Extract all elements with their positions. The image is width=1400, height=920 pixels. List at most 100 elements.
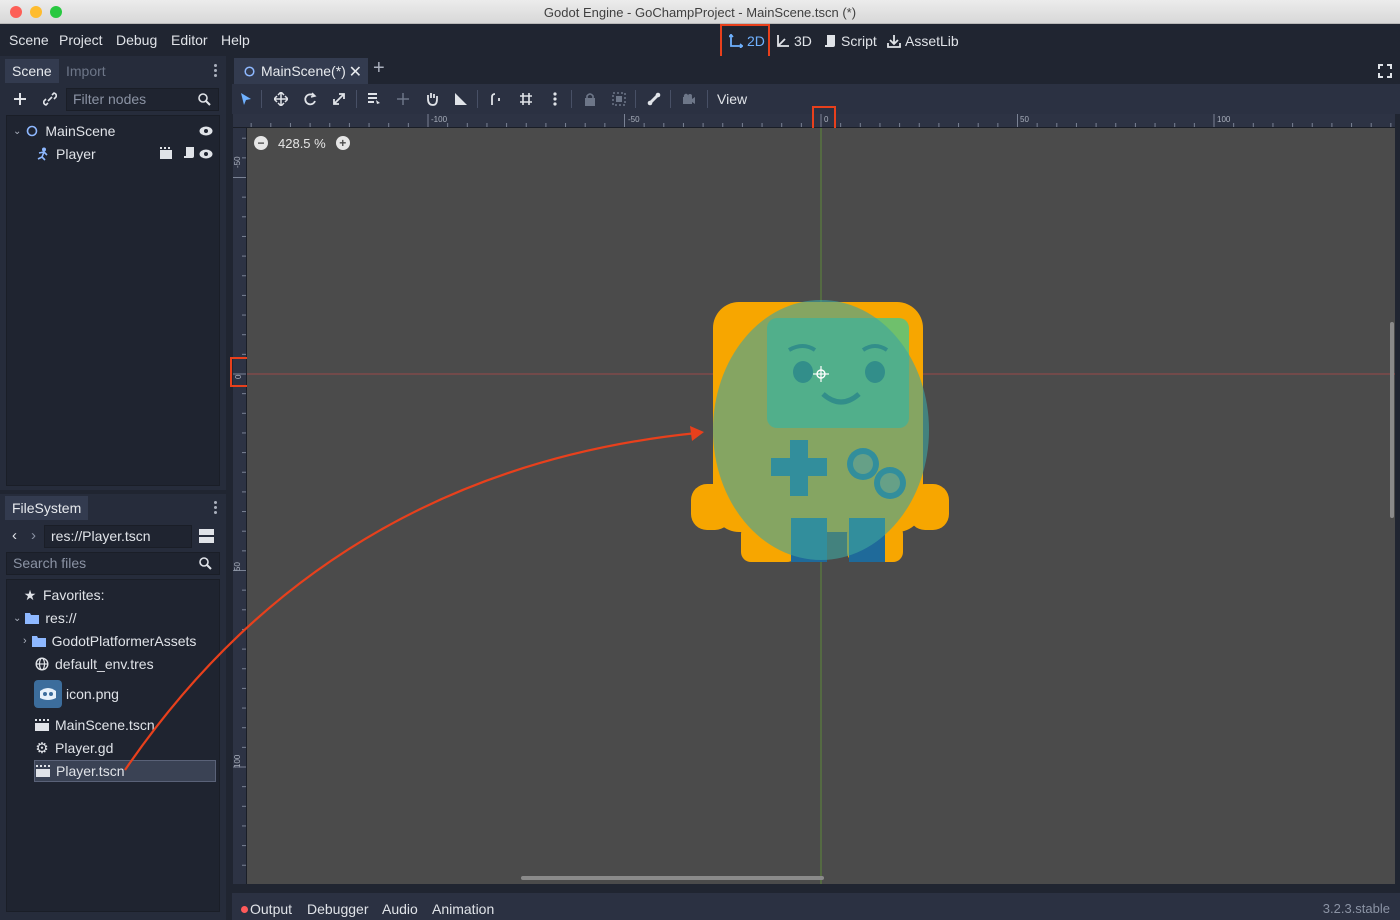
menu-help[interactable]: Help	[221, 32, 250, 48]
ruler-ticks	[233, 137, 246, 866]
ruler-h-label: 50	[1020, 115, 1029, 124]
chevron-down-icon[interactable]: ⌄	[13, 126, 21, 137]
ruler-h-label: -100	[431, 115, 448, 124]
scene-dock-menu-icon[interactable]	[214, 64, 218, 79]
workspace-assetlib-button[interactable]: AssetLib	[887, 31, 959, 51]
bone-icon[interactable]	[645, 90, 663, 108]
search-icon	[198, 93, 211, 106]
gear-icon: ⚙	[35, 740, 49, 757]
menu-debug[interactable]: Debug	[116, 32, 157, 48]
snap-options-icon[interactable]	[546, 90, 564, 108]
viewport-canvas	[247, 128, 1395, 884]
res-root-row[interactable]: ⌄ res://	[13, 607, 77, 629]
file-row-player-gd[interactable]: ⚙ Player.gd	[34, 737, 113, 759]
ruler-v-label: 50	[233, 562, 242, 571]
file-label: MainScene.tscn	[55, 717, 155, 733]
pan-mode-icon[interactable]	[423, 90, 441, 108]
filesystem-menu-icon[interactable]	[214, 501, 218, 516]
distraction-free-icon[interactable]	[1378, 64, 1392, 81]
tab-scene[interactable]: Scene	[5, 59, 59, 83]
back-arrow-icon[interactable]: ‹	[12, 527, 17, 544]
godot-logo-icon	[34, 680, 62, 708]
split-view-icon[interactable]	[199, 528, 214, 547]
rotate-mode-icon[interactable]	[301, 90, 319, 108]
globe-icon	[34, 656, 50, 672]
filesystem-dock: FileSystem ‹ › res://Player.tscn Search …	[0, 494, 226, 920]
collision-shape-overlay[interactable]	[713, 300, 929, 560]
lock-icon[interactable]	[581, 90, 599, 108]
menu-scene[interactable]: Scene	[9, 32, 49, 48]
scene-tree: ⌄ MainScene Player	[6, 115, 220, 486]
scene-node-mainscene[interactable]: ⌄ MainScene	[13, 120, 215, 142]
move-mode-icon[interactable]	[272, 90, 290, 108]
visibility-eye-icon[interactable]	[199, 146, 213, 162]
vertical-scrollbar[interactable]	[1390, 322, 1394, 518]
scene-node-player[interactable]: Player	[35, 143, 215, 165]
favorites-row[interactable]: ★ Favorites:	[22, 584, 105, 606]
filter-nodes-input[interactable]: Filter nodes	[66, 88, 219, 111]
camera-icon[interactable]	[680, 90, 698, 108]
close-tab-icon[interactable]: ✕	[349, 62, 362, 82]
scene-dock: Scene Import Filter nodes ⌄ MainScene Pl…	[0, 56, 226, 490]
workspace-script-button[interactable]: Script	[823, 31, 877, 51]
add-node-icon[interactable]	[11, 90, 29, 108]
zoom-out-button[interactable]: −	[254, 136, 268, 150]
zoom-level[interactable]: 428.5 %	[278, 136, 326, 151]
scene-tab-mainscene[interactable]: MainScene(*) ✕	[234, 58, 368, 84]
tab-import[interactable]: Import	[59, 59, 113, 83]
file-row-default-env[interactable]: default_env.tres	[34, 653, 154, 675]
menu-bar: Scene Project Debug Editor Help 2D 3D Sc…	[0, 24, 1400, 56]
file-row-icon-png[interactable]: icon.png	[34, 678, 119, 710]
search-files-input[interactable]: Search files	[6, 552, 220, 575]
workspace-3d-button[interactable]: 3D	[776, 31, 812, 51]
scene-tab-label: MainScene(*)	[261, 63, 346, 79]
file-row-player-tscn[interactable]: Player.tscn	[34, 760, 216, 782]
pivot-mode-icon[interactable]	[394, 90, 412, 108]
tab-audio[interactable]: Audio	[382, 901, 418, 917]
forward-arrow-icon[interactable]: ›	[31, 527, 36, 544]
highlight-2d-button	[720, 24, 770, 60]
group-icon[interactable]	[610, 90, 628, 108]
node2d-icon	[24, 123, 40, 139]
horizontal-scrollbar[interactable]	[521, 876, 824, 880]
workspace-assetlib-label: AssetLib	[905, 33, 959, 49]
menu-editor[interactable]: Editor	[171, 32, 208, 48]
tab-filesystem[interactable]: FileSystem	[5, 496, 89, 520]
node-label: Player	[56, 146, 96, 162]
list-select-icon[interactable]	[365, 90, 383, 108]
visibility-eye-icon[interactable]	[199, 123, 213, 139]
scale-mode-icon[interactable]	[330, 90, 348, 108]
version-label: 3.2.3.stable	[1322, 901, 1390, 916]
ruler-mode-icon[interactable]	[452, 90, 470, 108]
scene-clapper-icon	[35, 763, 51, 779]
path-field[interactable]: res://Player.tscn	[44, 525, 192, 548]
tab-debugger[interactable]: Debugger	[307, 901, 369, 917]
attached-script-icon[interactable]	[183, 146, 195, 162]
res-root-label: res://	[45, 610, 77, 626]
menu-project[interactable]: Project	[59, 32, 103, 48]
chevron-down-icon[interactable]: ⌄	[13, 613, 21, 624]
file-row-mainscene-tscn[interactable]: MainScene.tscn	[34, 714, 155, 736]
node2d-icon	[244, 65, 255, 77]
new-scene-tab-icon[interactable]: +	[373, 58, 385, 78]
window-title-bar: Godot Engine - GoChampProject - MainScen…	[0, 0, 1400, 24]
panel-separator	[232, 884, 1400, 893]
vertical-ruler: -50 0 50 100	[233, 128, 247, 884]
file-row-godotplatformerassets[interactable]: › GodotPlatformerAssets	[23, 630, 196, 652]
file-label: Player.gd	[55, 740, 114, 756]
tab-animation[interactable]: Animation	[432, 901, 494, 917]
tab-output[interactable]: Output	[250, 901, 292, 917]
grid-snap-icon[interactable]	[517, 90, 535, 108]
ruler-h-label: -50	[628, 115, 640, 124]
view-menu-button[interactable]: View	[717, 91, 747, 107]
file-label: Player.tscn	[56, 763, 125, 779]
zoom-in-button[interactable]: +	[335, 136, 350, 150]
node-label: MainScene	[45, 123, 116, 139]
open-in-editor-icon[interactable]	[159, 146, 173, 162]
instance-scene-icon[interactable]	[41, 90, 59, 108]
chevron-right-icon[interactable]: ›	[23, 635, 27, 647]
smart-snap-icon[interactable]	[488, 90, 506, 108]
select-mode-icon[interactable]	[237, 90, 255, 108]
2d-viewport[interactable]	[247, 128, 1395, 884]
workspace-3d-label: 3D	[794, 33, 812, 49]
